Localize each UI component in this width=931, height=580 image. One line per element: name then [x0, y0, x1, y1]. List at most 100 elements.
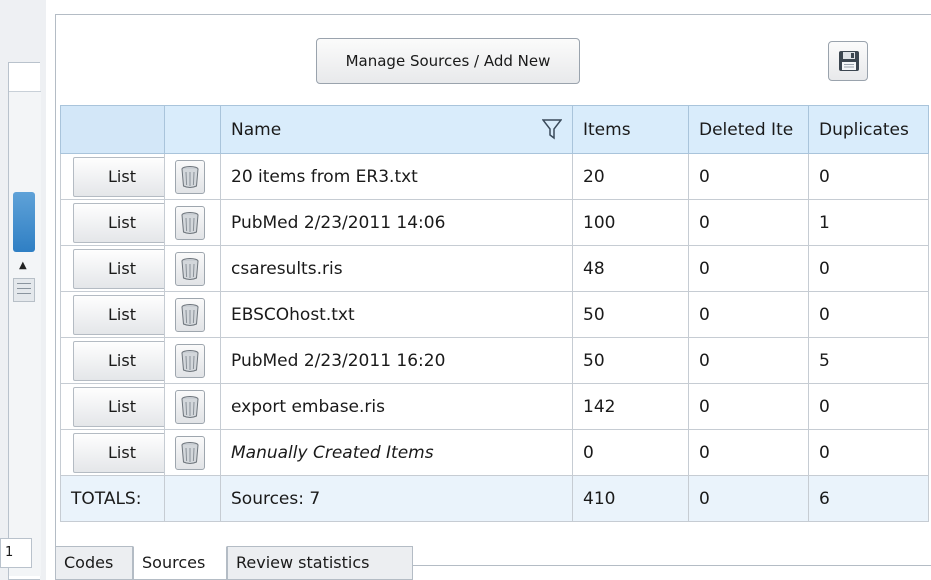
source-items: 50: [572, 337, 689, 384]
delete-source-button[interactable]: [175, 343, 205, 378]
source-name: csaresults.ris: [220, 245, 573, 292]
table-header-row: Name Items Deleted Ite Duplicates: [60, 105, 929, 154]
scroll-grip-icon[interactable]: [13, 278, 35, 302]
column-header-deleted-items[interactable]: Deleted Ite: [688, 105, 809, 154]
filter-icon[interactable]: [542, 118, 562, 140]
scroll-up-arrow-icon[interactable]: ▲: [19, 260, 27, 271]
delete-bin-icon: [181, 349, 199, 372]
table-row: List export embase.ris 142 0 0: [60, 383, 929, 430]
delete-cell: [164, 383, 221, 430]
source-name: EBSCOhost.txt: [220, 291, 573, 338]
totals-duplicates: 6: [808, 475, 929, 522]
source-deleted: 0: [688, 291, 809, 338]
source-name: PubMed 2/23/2011 16:20: [220, 337, 573, 384]
list-button[interactable]: List: [73, 202, 164, 243]
column-header-list: [60, 105, 165, 154]
list-cell: List: [60, 153, 165, 200]
source-duplicates: 0: [808, 291, 929, 338]
source-items: 0: [572, 429, 689, 476]
table-row: List Manually Created Items 0 0 0: [60, 429, 929, 476]
source-duplicates: 0: [808, 429, 929, 476]
sources-panel: Manage Sources / Add New Name Items Dele…: [55, 14, 931, 566]
table-row: List csaresults.ris 48 0 0: [60, 245, 929, 292]
delete-bin-icon: [181, 303, 199, 326]
source-deleted: 0: [688, 199, 809, 246]
list-button[interactable]: List: [73, 432, 164, 473]
table-row: List EBSCOhost.txt 50 0 0: [60, 291, 929, 338]
delete-source-button[interactable]: [175, 251, 205, 286]
totals-deleted: 0: [688, 475, 809, 522]
manage-sources-button[interactable]: Manage Sources / Add New: [316, 38, 580, 84]
list-cell: List: [60, 337, 165, 384]
source-deleted: 0: [688, 337, 809, 384]
delete-bin-icon: [181, 395, 199, 418]
source-duplicates: 0: [808, 245, 929, 292]
source-items: 48: [572, 245, 689, 292]
delete-cell: [164, 199, 221, 246]
source-duplicates: 1: [808, 199, 929, 246]
totals-label: TOTALS:: [60, 475, 165, 522]
source-items: 20: [572, 153, 689, 200]
table-row: List PubMed 2/23/2011 16:20 50 0 5: [60, 337, 929, 384]
totals-sources: Sources: 7: [220, 475, 573, 522]
column-header-name-label: Name: [231, 119, 282, 140]
delete-source-button[interactable]: [175, 159, 205, 194]
source-duplicates: 0: [808, 383, 929, 430]
list-button[interactable]: List: [73, 248, 164, 289]
delete-cell: [164, 429, 221, 476]
source-deleted: 0: [688, 383, 809, 430]
source-duplicates: 0: [808, 153, 929, 200]
source-items: 100: [572, 199, 689, 246]
source-deleted: 0: [688, 429, 809, 476]
source-name: 20 items from ER3.txt: [220, 153, 573, 200]
list-cell: List: [60, 383, 165, 430]
left-scrollbar-thumb[interactable]: [13, 192, 35, 252]
list-button[interactable]: List: [73, 386, 164, 427]
list-cell: List: [60, 245, 165, 292]
source-name: Manually Created Items: [220, 429, 573, 476]
column-header-name[interactable]: Name: [220, 105, 573, 154]
delete-bin-icon: [181, 165, 199, 188]
left-scrollbar[interactable]: ▲ ▼: [9, 91, 41, 576]
left-page-number: 1: [0, 538, 32, 568]
source-name: PubMed 2/23/2011 14:06: [220, 199, 573, 246]
list-button[interactable]: List: [73, 294, 164, 335]
tab-sources[interactable]: Sources: [133, 546, 227, 580]
floppy-disk-icon: [839, 51, 859, 71]
delete-bin-icon: [181, 441, 199, 464]
table-row: List PubMed 2/23/2011 14:06 100 0 1: [60, 199, 929, 246]
delete-source-button[interactable]: [175, 297, 205, 332]
delete-bin-icon: [181, 257, 199, 280]
sources-table: Name Items Deleted Ite Duplicates List 20…: [60, 105, 929, 522]
table-row: List 20 items from ER3.txt 20 0 0: [60, 153, 929, 200]
tab-codes[interactable]: Codes: [55, 546, 133, 580]
delete-cell: [164, 153, 221, 200]
source-deleted: 0: [688, 245, 809, 292]
list-cell: List: [60, 291, 165, 338]
totals-row: TOTALS: Sources: 7 410 0 6: [60, 475, 929, 522]
delete-source-button[interactable]: [175, 205, 205, 240]
delete-source-button[interactable]: [175, 435, 205, 470]
column-header-items[interactable]: Items: [572, 105, 689, 154]
list-cell: List: [60, 199, 165, 246]
totals-empty-cell: [164, 475, 221, 522]
left-panel: ▲ ▼ 1: [0, 0, 46, 580]
list-cell: List: [60, 429, 165, 476]
tab-review-statistics[interactable]: Review statistics: [227, 546, 413, 580]
list-button[interactable]: List: [73, 156, 164, 197]
delete-source-button[interactable]: [175, 389, 205, 424]
source-duplicates: 5: [808, 337, 929, 384]
column-header-icon: [164, 105, 221, 154]
source-deleted: 0: [688, 153, 809, 200]
source-items: 50: [572, 291, 689, 338]
delete-cell: [164, 291, 221, 338]
source-items: 142: [572, 383, 689, 430]
delete-bin-icon: [181, 211, 199, 234]
delete-cell: [164, 245, 221, 292]
list-button[interactable]: List: [73, 340, 164, 381]
totals-items: 410: [572, 475, 689, 522]
delete-cell: [164, 337, 221, 384]
source-name: export embase.ris: [220, 383, 573, 430]
save-button[interactable]: [828, 41, 868, 81]
column-header-duplicates[interactable]: Duplicates: [808, 105, 929, 154]
